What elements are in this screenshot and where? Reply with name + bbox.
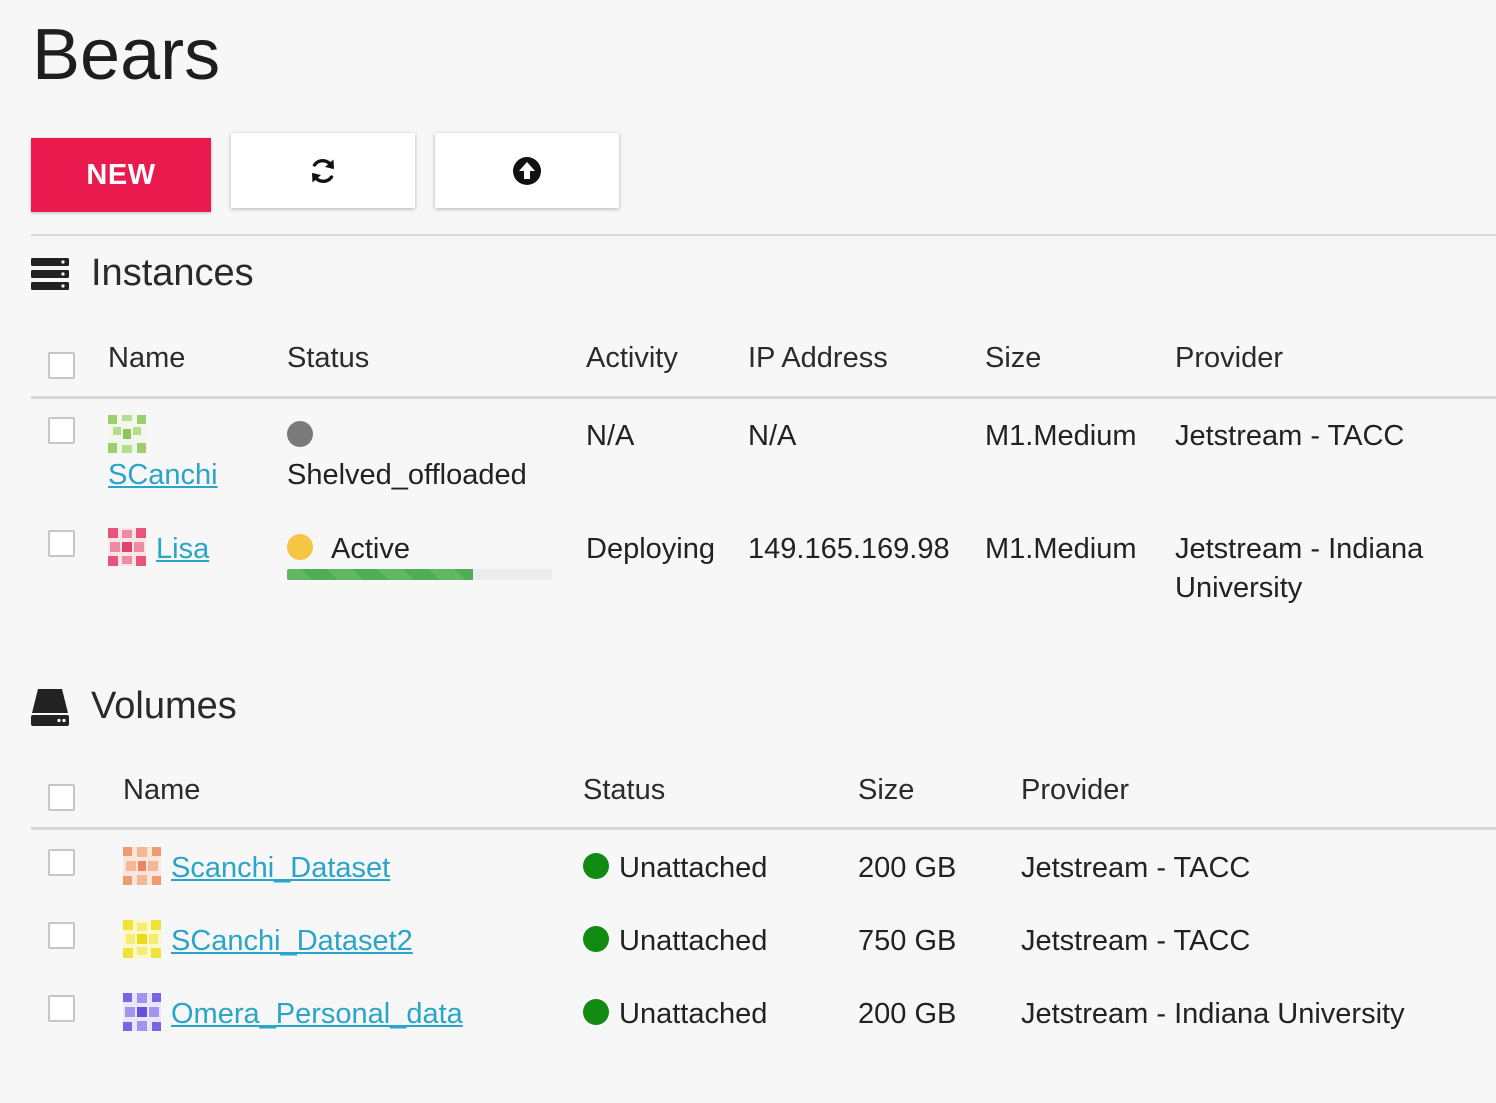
status-dot [583,853,609,879]
column-header-name[interactable]: Name [123,774,200,807]
volume-name-link[interactable]: Omera_Personal_data [171,994,463,1034]
instance-name-link[interactable]: SCanchi [108,455,218,495]
deploy-progress-bar [287,569,552,580]
status-dot [287,421,313,447]
volume-name-link[interactable]: SCanchi_Dataset2 [171,921,413,961]
volumes-heading: Volumes [91,685,237,727]
instances-header-rule [31,396,1496,399]
instance-row-checkbox[interactable] [48,417,75,444]
column-header-size[interactable]: Size [858,774,914,807]
instance-row-checkbox[interactable] [48,530,75,557]
instance-name-link[interactable]: Lisa [156,529,209,569]
column-header-ip-address[interactable]: IP Address [748,342,888,375]
upload-button[interactable] [435,133,619,208]
volume-provider: Jetstream - Indiana University [1021,998,1405,1030]
instance-provider: Jetstream - TACC [1175,420,1405,452]
instance-status: Active [331,533,410,565]
refresh-icon [312,158,334,183]
instance-provider-continued: University [1175,572,1303,604]
volume-row-checkbox[interactable] [48,922,75,949]
column-header-activity[interactable]: Activity [586,342,678,375]
instance-provider: Jetstream - Indiana [1175,533,1424,565]
instance-avatar-icon [108,528,146,566]
refresh-button[interactable] [231,133,415,208]
instance-size: M1.Medium [985,420,1137,452]
volume-avatar-icon [123,847,161,885]
volume-status: Unattached [619,852,768,884]
volume-name-link[interactable]: Scanchi_Dataset [171,848,390,888]
volumes-select-all-checkbox[interactable] [48,784,75,811]
volume-size: 200 GB [858,852,957,884]
instance-avatar-icon [108,415,146,453]
column-header-size[interactable]: Size [985,342,1041,375]
column-header-status[interactable]: Status [583,774,665,807]
toolbar-divider [31,234,1496,236]
instance-activity: N/A [586,420,635,452]
volume-avatar-icon [123,993,161,1031]
instance-ip: N/A [748,420,797,452]
volume-provider: Jetstream - TACC [1021,925,1251,957]
column-header-name[interactable]: Name [108,342,185,375]
instance-ip: 149.165.169.98 [748,533,950,565]
instance-size: M1.Medium [985,533,1137,565]
new-button[interactable]: NEW [31,138,211,212]
volume-provider: Jetstream - TACC [1021,852,1251,884]
volumes-section-header: Volumes [31,685,237,728]
status-dot [583,926,609,952]
instance-status: Shelved_offloaded [287,459,527,491]
hard-drive-icon [31,688,69,726]
status-dot [287,534,313,560]
column-header-status[interactable]: Status [287,342,369,375]
volume-size: 200 GB [858,998,957,1030]
volume-size: 750 GB [858,925,957,957]
instances-heading: Instances [91,252,254,294]
instance-activity: Deploying [586,533,715,565]
volume-avatar-icon [123,920,161,958]
upload-icon [513,156,541,185]
column-header-provider[interactable]: Provider [1175,342,1283,375]
server-stack-icon [31,257,69,290]
status-dot [583,999,609,1025]
volumes-header-rule [31,827,1496,830]
volume-status: Unattached [619,925,768,957]
volume-row-checkbox[interactable] [48,849,75,876]
volume-row-checkbox[interactable] [48,995,75,1022]
page-title: Bears [32,15,221,95]
instances-select-all-checkbox[interactable] [48,352,75,379]
volume-status: Unattached [619,998,768,1030]
instances-section-header: Instances [31,252,254,295]
deploy-progress-fill [287,569,473,580]
column-header-provider[interactable]: Provider [1021,774,1129,807]
